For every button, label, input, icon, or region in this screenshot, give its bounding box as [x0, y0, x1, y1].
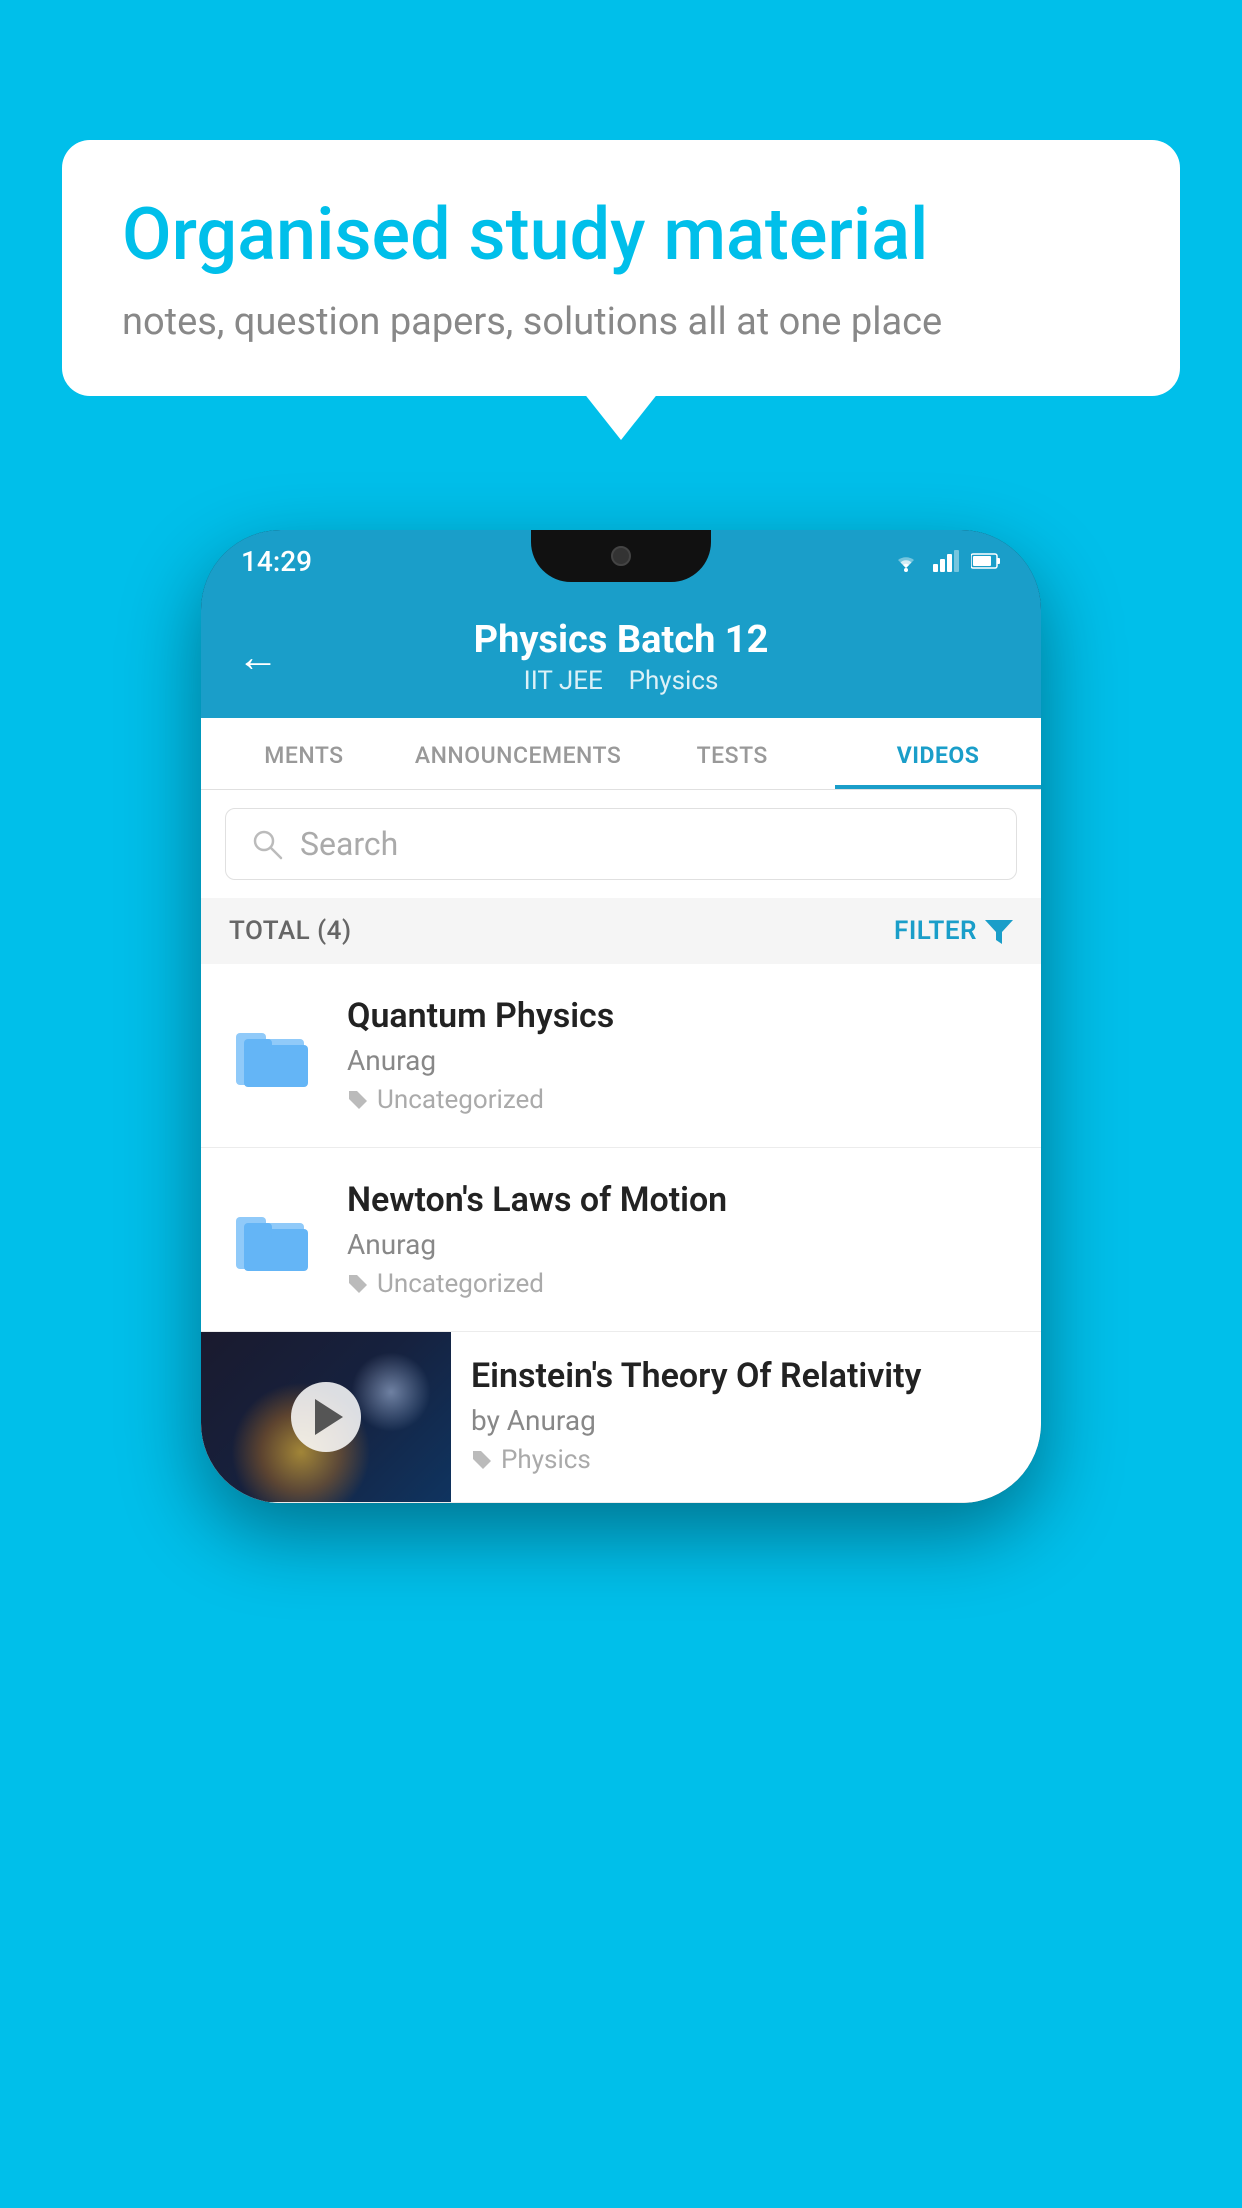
signal-icon: [933, 550, 959, 572]
video-author: by Anurag: [471, 1404, 1021, 1437]
total-count: TOTAL (4): [229, 916, 352, 946]
list-item[interactable]: Einstein's Theory Of Relativity by Anura…: [201, 1332, 1041, 1503]
video-list: Quantum Physics Anurag Uncategorized: [201, 964, 1041, 1503]
video-title: Einstein's Theory Of Relativity: [471, 1356, 1021, 1396]
back-button[interactable]: ←: [237, 633, 279, 682]
phone-wrapper: 14:29: [201, 530, 1041, 1503]
status-time: 14:29: [241, 545, 312, 578]
video-thumbnail: [201, 1332, 451, 1502]
speech-bubble-wrapper: Organised study material notes, question…: [62, 140, 1180, 396]
tag-label: Physics: [501, 1445, 591, 1475]
search-container: Search: [201, 790, 1041, 898]
folder-icon-wrapper: [229, 1195, 319, 1285]
search-icon: [250, 827, 284, 861]
app-header: ← Physics Batch 12 IIT JEE Physics: [201, 592, 1041, 718]
video-info: Quantum Physics Anurag Uncategorized: [347, 996, 1013, 1115]
header-title: Physics Batch 12: [474, 618, 769, 662]
phone-screen: Search TOTAL (4) FILTER: [201, 790, 1041, 1503]
search-bar[interactable]: Search: [225, 808, 1017, 880]
header-tag2: Physics: [629, 666, 719, 696]
video-author: Anurag: [347, 1044, 1013, 1077]
phone-frame: 14:29: [201, 530, 1041, 1503]
video-tag: Uncategorized: [347, 1085, 1013, 1115]
tab-videos[interactable]: VIDEOS: [835, 718, 1041, 789]
tab-announcements[interactable]: ANNOUNCEMENTS: [407, 718, 629, 789]
tag-icon: [347, 1089, 369, 1111]
tag-icon: [471, 1449, 493, 1471]
tab-tests[interactable]: TESTS: [629, 718, 835, 789]
header-title-block: Physics Batch 12 IIT JEE Physics: [474, 618, 769, 696]
filter-row: TOTAL (4) FILTER: [201, 898, 1041, 964]
thumbnail-glow2: [351, 1352, 431, 1432]
folder-icon: [234, 1021, 314, 1091]
speech-bubble: Organised study material notes, question…: [62, 140, 1180, 396]
header-tag1: IIT JEE: [524, 666, 603, 696]
video-info: Einstein's Theory Of Relativity by Anura…: [451, 1332, 1041, 1495]
video-info: Newton's Laws of Motion Anurag Uncategor…: [347, 1180, 1013, 1299]
header-subtitle: IIT JEE Physics: [474, 666, 769, 696]
tab-ments[interactable]: MENTS: [201, 718, 407, 789]
search-placeholder: Search: [300, 825, 398, 863]
list-item[interactable]: Newton's Laws of Motion Anurag Uncategor…: [201, 1148, 1041, 1332]
folder-icon: [234, 1205, 314, 1275]
filter-icon: [985, 918, 1013, 944]
filter-button[interactable]: FILTER: [894, 916, 1013, 946]
video-tag: Uncategorized: [347, 1269, 1013, 1299]
list-item[interactable]: Quantum Physics Anurag Uncategorized: [201, 964, 1041, 1148]
battery-icon: [971, 552, 1001, 570]
video-tag: Physics: [471, 1445, 1021, 1475]
tag-label: Uncategorized: [377, 1269, 544, 1299]
video-author: Anurag: [347, 1228, 1013, 1261]
play-button[interactable]: [291, 1382, 361, 1452]
bubble-title: Organised study material: [122, 192, 1120, 278]
status-bar: 14:29: [201, 530, 1041, 592]
wifi-icon: [891, 550, 921, 572]
tabs-bar: MENTS ANNOUNCEMENTS TESTS VIDEOS: [201, 718, 1041, 790]
folder-icon-wrapper: [229, 1011, 319, 1101]
tag-icon: [347, 1273, 369, 1295]
tag-label: Uncategorized: [377, 1085, 544, 1115]
play-triangle-icon: [315, 1399, 343, 1435]
notch: [531, 530, 711, 582]
status-icons: [891, 550, 1001, 572]
bubble-subtitle: notes, question papers, solutions all at…: [122, 300, 1120, 344]
front-camera: [611, 546, 631, 566]
filter-label: FILTER: [894, 916, 977, 946]
video-title: Quantum Physics: [347, 996, 1013, 1036]
video-title: Newton's Laws of Motion: [347, 1180, 1013, 1220]
